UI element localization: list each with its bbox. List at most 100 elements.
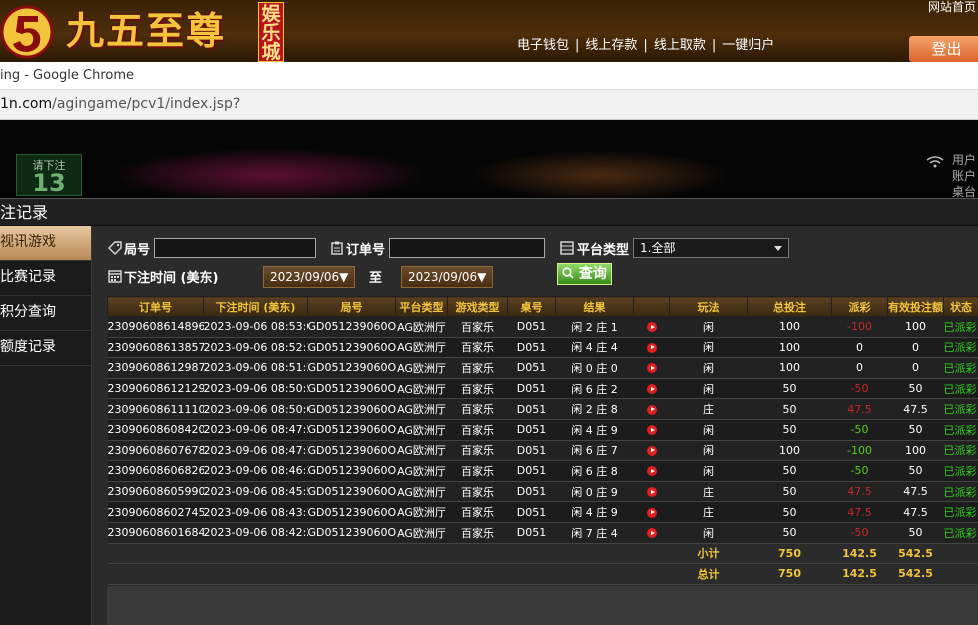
platform-label: 平台类型 [577,242,630,258]
table-cell: 闲 0 庄 0 [555,357,634,379]
table-cell: 0 [887,337,944,359]
empty-cell [507,563,556,585]
table-cell: -100 [831,316,888,338]
table-row: 2309060861489652023-09-06 08:53:01GD0512… [107,316,978,338]
platform-select[interactable]: 1.全部 [633,238,790,258]
replay-cell [633,357,670,379]
empty-cell [107,543,204,565]
nav-deposit[interactable]: 线上存款 [585,38,637,53]
play-video-icon[interactable] [646,404,657,415]
table-cell: GD051239060O9 [307,419,396,441]
table-cell: 2023-09-06 08:45:55 [203,481,308,503]
table-cell: 2023-09-06 08:47:16 [203,440,308,462]
table-cell: 百家乐 [447,419,508,441]
table-cell: 闲 [669,316,748,338]
play-video-icon[interactable] [646,487,657,498]
table-cell: 已派彩 [943,522,978,544]
table-cell: 闲 6 庄 8 [555,460,634,482]
table-cell: GD051239060O7 [307,460,396,482]
table-cell: 闲 6 庄 7 [555,440,634,462]
table-cell: GD051239060OD [307,378,396,400]
empty-cell [307,543,396,565]
table-cell: D051 [507,316,556,338]
sidebar-item-credit-records[interactable]: 额度记录 [0,331,91,366]
column-header: 局号 [307,296,396,317]
table-cell: 230906086111103 [107,398,204,420]
table-cell: 2023-09-06 08:50:51 [203,378,308,400]
bet-countdown: 13 [32,169,66,197]
date-to-picker[interactable]: 2023/09/06▼ [401,266,494,288]
play-video-icon[interactable] [646,342,657,353]
table-cell: 已派彩 [943,440,978,462]
table-cell: D051 [507,398,556,420]
to-label-wrap: 至 [369,264,382,288]
game-banner [0,120,978,198]
table-cell: 230906086016841 [107,522,204,544]
table-cell: 闲 4 庄 9 [555,419,634,441]
empty-cell [943,563,978,585]
play-video-icon[interactable] [646,528,657,539]
sidebar-item-match-records[interactable]: 比赛记录 [0,261,91,296]
banner-glow [470,150,730,198]
table-cell: 已派彩 [943,316,978,338]
table-cell: 230906086148965 [107,316,204,338]
empty-cell [507,543,556,565]
column-header [633,296,670,317]
play-video-icon[interactable] [646,466,657,477]
table-cell: 100 [747,440,832,462]
order-input[interactable] [389,238,546,258]
home-link[interactable]: 网站首页 [928,0,976,15]
address-bar[interactable]: 1n.com/agingame/pcv1/index.jsp? [0,90,978,120]
table-cell: 47.5 [831,398,888,420]
column-header: 派彩 [831,296,888,317]
nav-wallet[interactable]: 电子钱包 [517,38,569,53]
date-from-picker[interactable]: 2023/09/06▼ [263,266,356,288]
sidebar-item-live-games[interactable]: 视讯游戏 [0,226,91,261]
table-cell: 闲 [669,440,748,462]
play-video-icon[interactable] [646,384,657,395]
play-video-icon[interactable] [646,425,657,436]
nav-withdraw[interactable]: 线上取款 [654,38,706,53]
table-cell: 已派彩 [943,419,978,441]
round-input[interactable] [154,238,317,258]
bet-records-table: 订单号 下注时间 (美东) 局号 平台类型 游戏类型 桌号 结果 玩法 总投注 派彩 有效投注额 状态… [107,296,978,585]
sidebar-item-points-query[interactable]: 积分查询 [0,296,91,331]
query-button[interactable]: 查询 [557,263,612,285]
logout-button[interactable]: 登出 [909,36,978,62]
table-cell: 2023-09-06 08:50:00 [203,398,308,420]
table-cell: 闲 [669,378,748,400]
table-cell: -50 [831,522,888,544]
table-cell: D051 [507,378,556,400]
play-video-icon[interactable] [646,322,657,333]
play-video-icon[interactable] [646,445,657,456]
logo-text: 九五至尊 [66,8,227,53]
nav-consolidate[interactable]: 一键归户 [722,38,774,53]
table-cell: GD051239060O2 [307,501,396,523]
table-cell: 闲 [669,337,748,359]
table-cell: 闲 7 庄 4 [555,522,634,544]
table-cell: 已派彩 [943,378,978,400]
table-cell: 庄 [669,501,748,523]
table-footer-area [107,586,978,625]
table-cell: 闲 0 庄 9 [555,481,634,503]
play-video-icon[interactable] [646,507,657,518]
replay-cell [633,316,670,338]
table-cell: 百家乐 [447,460,508,482]
platform-filter: 平台类型 1.全部 [560,236,790,260]
play-video-icon[interactable] [646,363,657,374]
table-cell: D051 [507,440,556,462]
empty-cell [633,563,670,585]
table-cell: 2023-09-06 08:46:36 [203,460,308,482]
table-cell: 已派彩 [943,481,978,503]
table-cell: D051 [507,481,556,503]
table-cell: 闲 2 庄 8 [555,398,634,420]
table-cell: 闲 [669,460,748,482]
table-row: 2309060861111032023-09-06 08:50:00GD0512… [107,398,978,420]
table-row: 2309060861385722023-09-06 08:52:15GD0512… [107,337,978,359]
table-cell: 已派彩 [943,357,978,379]
table-cell: 230906086084203 [107,419,204,441]
table-cell: 47.5 [887,481,944,503]
table-cell: 50 [887,522,944,544]
url-text: 1n.com/agingame/pcv1/index.jsp? [0,96,240,112]
replay-cell [633,398,670,420]
